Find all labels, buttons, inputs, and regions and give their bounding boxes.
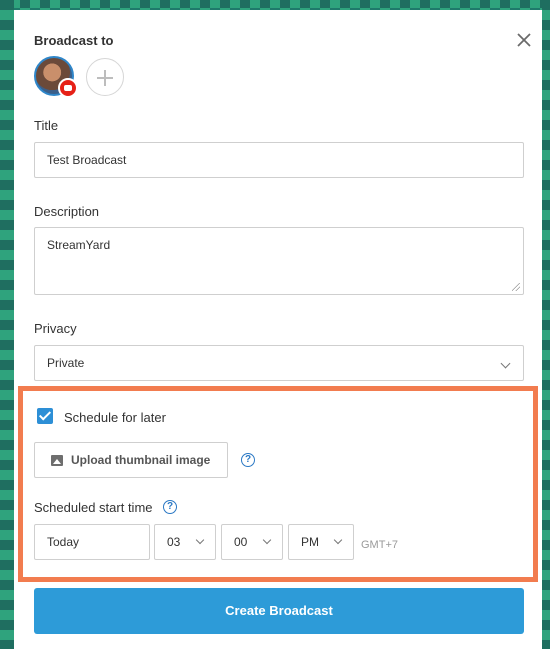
help-icon[interactable]: ? (241, 453, 255, 467)
minute-select[interactable]: 00 (221, 524, 283, 560)
ampm-select[interactable]: PM (288, 524, 354, 560)
hour-select[interactable]: 03 (154, 524, 216, 560)
title-input[interactable]: Test Broadcast (34, 142, 524, 178)
hour-value: 03 (167, 535, 181, 549)
schedule-checkbox[interactable] (37, 408, 53, 424)
resize-handle[interactable] (512, 283, 520, 291)
upload-thumbnail-label: Upload thumbnail image (71, 453, 211, 467)
help-icon[interactable]: ? (163, 500, 177, 514)
frame-left-border (0, 0, 14, 649)
date-value: Today (47, 535, 80, 549)
privacy-value: Private (47, 356, 85, 370)
description-label: Description (34, 204, 100, 219)
chevron-down-icon (195, 535, 205, 545)
add-destination-button[interactable] (86, 58, 124, 96)
ampm-value: PM (301, 535, 319, 549)
create-broadcast-button[interactable]: Create Broadcast (34, 588, 524, 634)
privacy-select[interactable]: Private (34, 345, 524, 381)
close-icon[interactable] (514, 30, 534, 50)
timezone-label: GMT+7 (361, 539, 398, 551)
chevron-down-icon (500, 358, 511, 369)
frame-top-border (0, 0, 550, 8)
privacy-label: Privacy (34, 321, 77, 336)
create-broadcast-modal: Broadcast to Title Test Broadcast Descri… (14, 10, 542, 649)
youtube-icon (58, 78, 78, 98)
broadcast-to-label: Broadcast to (34, 33, 114, 48)
image-icon (51, 454, 63, 466)
date-input[interactable]: Today (34, 524, 150, 560)
schedule-label: Schedule for later (64, 410, 166, 425)
scheduled-start-label: Scheduled start time (34, 500, 153, 515)
description-textarea[interactable]: StreamYard (34, 227, 524, 295)
title-label: Title (34, 118, 59, 133)
frame-right-border (542, 0, 550, 649)
chevron-down-icon (333, 535, 343, 545)
minute-value: 00 (234, 535, 248, 549)
description-value: StreamYard (47, 238, 111, 252)
chevron-down-icon (262, 535, 272, 545)
upload-thumbnail-button[interactable]: Upload thumbnail image (34, 442, 228, 478)
